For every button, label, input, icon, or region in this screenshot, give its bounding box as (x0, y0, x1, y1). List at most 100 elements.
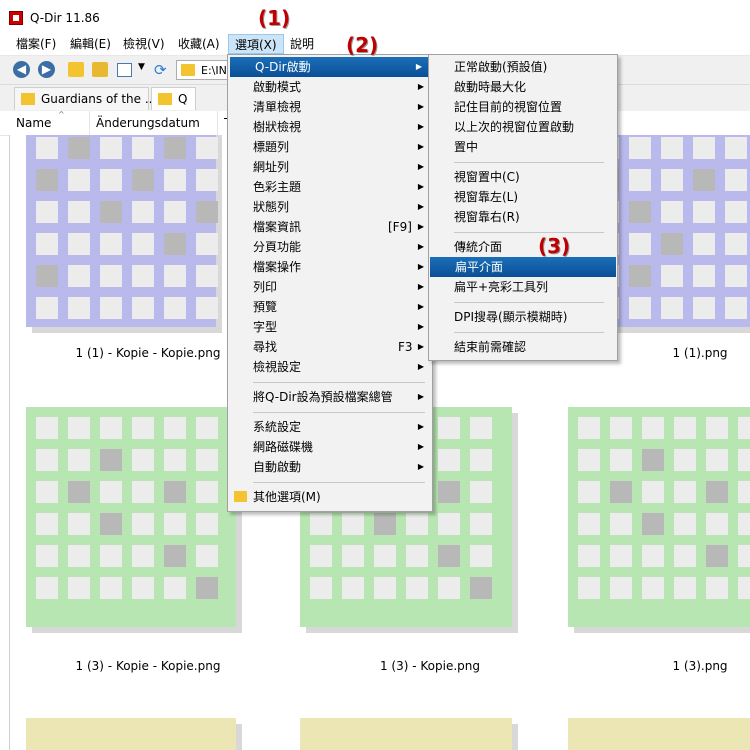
column-date[interactable]: Änderungsdatum (90, 111, 218, 135)
thumbnail-pixel (738, 449, 750, 471)
thumbnail-tile[interactable] (568, 407, 750, 627)
submenu-item-center[interactable]: 置中 (429, 137, 617, 157)
menu-item-label: 檔案操作 (253, 260, 302, 274)
menu-item-tabs[interactable]: 分頁功能 ▶ (228, 237, 432, 257)
thumbnail-pixel (100, 545, 122, 567)
tab-q[interactable]: Q (151, 87, 196, 110)
thumbnail-tile[interactable] (568, 718, 750, 750)
thumbnail-pixel (100, 297, 122, 319)
thumbnail-pixel (196, 169, 218, 191)
column-name[interactable]: Name ^ (10, 111, 90, 135)
thumbnail-pixel (438, 545, 460, 567)
menu-item-print[interactable]: 列印 ▶ (228, 277, 432, 297)
submenu-item-flat-bright-toolbar[interactable]: 扁平+亮彩工具列 (429, 277, 617, 297)
thumbnail-pixel (36, 201, 58, 223)
submenu-item-remember-position[interactable]: 記住目前的視窗位置 (429, 97, 617, 117)
tab-guardians[interactable]: Guardians of the ... (14, 87, 156, 110)
thumbnail-tile[interactable] (300, 718, 512, 750)
menu-item-autostart[interactable]: 自動啟動 ▶ (228, 457, 432, 477)
back-icon[interactable]: ◀ (13, 61, 30, 78)
forward-icon[interactable]: ▶ (38, 61, 55, 78)
submenu-item-dpi-search[interactable]: DPI搜尋(顯示模糊時) (429, 307, 617, 327)
submenu-item-window-left[interactable]: 視窗靠左(L) (429, 187, 617, 207)
menu-item-set-default-explorer[interactable]: 將Q-Dir設為預設檔案總管 ▶ (228, 387, 432, 407)
submenu-item-normal-start[interactable]: 正常啟動(預設值) (429, 57, 617, 77)
thumbnail-pixel (674, 417, 696, 439)
thumbnail-tile[interactable] (26, 407, 236, 627)
menu-edit[interactable]: 編輯(E) (64, 33, 117, 55)
menu-item-qdir-startup[interactable]: Q-Dir啟動 ▶ (230, 57, 430, 77)
submenu-arrow-icon: ▶ (415, 62, 422, 71)
submenu-item-last-position[interactable]: 以上次的視窗位置啟動 (429, 117, 617, 137)
menu-item-file-info[interactable]: 檔案資訊 [F9] ▶ (228, 217, 432, 237)
thumbnail-pixel (610, 545, 632, 567)
thumbnail-pixel (100, 201, 122, 223)
menu-help[interactable]: 說明 (284, 33, 320, 55)
file-caption[interactable]: 1 (1) - Kopie - Kopie.png (38, 346, 258, 360)
up-folder-icon[interactable] (68, 62, 84, 77)
submenu-item-flat-ui[interactable]: 扁平介面 (430, 257, 616, 277)
menu-item-label: 樹狀檢視 (253, 120, 302, 134)
menu-item-file-ops[interactable]: 檔案操作 ▶ (228, 257, 432, 277)
menu-item-find[interactable]: 尋找 F3 ▶ (228, 337, 432, 357)
submenu-item-confirm-exit[interactable]: 結束前需確認 (429, 337, 617, 357)
submenu-item-window-right[interactable]: 視窗靠右(R) (429, 207, 617, 227)
menu-options[interactable]: 選項(X) (228, 34, 284, 54)
thumbnail-pixel (68, 577, 90, 599)
thumbnail-pixel (629, 265, 651, 287)
file-caption[interactable]: 1 (3) - Kopie - Kopie.png (38, 659, 258, 673)
menu-item-label: 啟動時最大化 (454, 80, 527, 94)
menu-favorites[interactable]: 收藏(A) (172, 33, 226, 55)
column-name-label: Name (16, 116, 52, 130)
annotation-marker: (1) (258, 6, 291, 30)
menu-item-label: 自動啟動 (253, 460, 302, 474)
file-caption[interactable]: 1 (3) - Kopie.png (320, 659, 540, 673)
menu-item-startup-mode[interactable]: 啟動模式 ▶ (228, 77, 432, 97)
submenu-arrow-icon: ▶ (417, 122, 424, 131)
menu-item-label: 置中 (454, 140, 479, 154)
thumbnail-pixel (578, 577, 600, 599)
menu-separator (253, 382, 425, 383)
thumbnail-pixel (164, 201, 186, 223)
thumbnail-pixel (674, 577, 696, 599)
thumbnail-pixel (693, 265, 715, 287)
menu-item-view-settings[interactable]: 檢視設定 ▶ (228, 357, 432, 377)
menu-file[interactable]: 檔案(F) (10, 33, 62, 55)
thumbnail-tile[interactable] (26, 718, 236, 750)
menu-item-address-bar[interactable]: 網址列 ▶ (228, 157, 432, 177)
folder-icon (158, 93, 172, 105)
submenu-arrow-icon: ▶ (417, 262, 424, 271)
submenu-item-classic-ui[interactable]: 傳統介面 (429, 237, 617, 257)
new-folder-icon[interactable] (92, 62, 108, 77)
thumbnail-pixel (68, 169, 90, 191)
menu-item-label: 清單檢視 (253, 100, 302, 114)
view-mode-icon[interactable] (117, 63, 132, 77)
thumbnail-pixel (36, 169, 58, 191)
menu-item-preview[interactable]: 預覽 ▶ (228, 297, 432, 317)
file-caption[interactable]: 1 (3).png (590, 659, 750, 673)
submenu-arrow-icon: ▶ (417, 242, 424, 251)
thumbnail-tile[interactable] (26, 135, 218, 327)
menu-item-system-settings[interactable]: 系統設定 ▶ (228, 417, 432, 437)
menu-item-label: 將Q-Dir設為預設檔案總管 (253, 390, 393, 404)
submenu-arrow-icon: ▶ (417, 302, 424, 311)
thumbnail-pixel (610, 417, 632, 439)
menu-item-color-theme[interactable]: 色彩主題 ▶ (228, 177, 432, 197)
menu-item-title-bar[interactable]: 標題列 ▶ (228, 137, 432, 157)
menu-item-status-bar[interactable]: 狀態列 ▶ (228, 197, 432, 217)
menu-item-font[interactable]: 字型 ▶ (228, 317, 432, 337)
thumbnail-pixel (196, 481, 218, 503)
thumbnail-pixel (738, 513, 750, 535)
menu-view[interactable]: 檢視(V) (117, 33, 171, 55)
menu-item-network-drive[interactable]: 網路磁碟機 ▶ (228, 437, 432, 457)
thumbnail-pixel (164, 513, 186, 535)
menu-item-more-options[interactable]: 其他選項(M) (228, 487, 432, 507)
submenu-arrow-icon: ▶ (417, 182, 424, 191)
menu-item-tree-view[interactable]: 樹狀檢視 ▶ (228, 117, 432, 137)
refresh-icon[interactable]: ⟳ (154, 61, 170, 79)
chevron-down-icon[interactable]: ▼ (138, 62, 148, 77)
menu-item-list-view[interactable]: 清單檢視 ▶ (228, 97, 432, 117)
submenu-item-window-center[interactable]: 視窗置中(C) (429, 167, 617, 187)
submenu-item-maximize[interactable]: 啟動時最大化 (429, 77, 617, 97)
menu-item-label: 網址列 (253, 160, 290, 174)
